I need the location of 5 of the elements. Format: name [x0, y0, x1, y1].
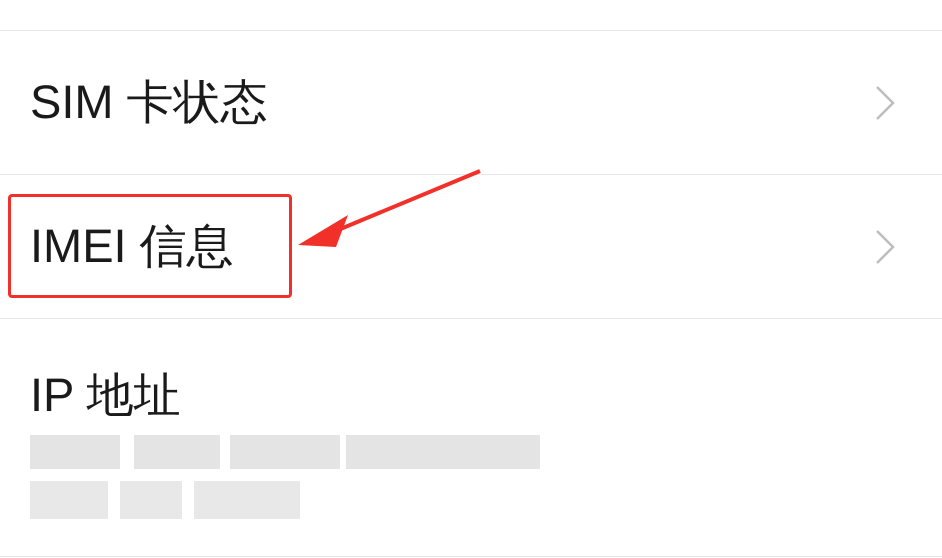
- chevron-icon: [874, 228, 896, 264]
- item-label: IP 地址: [30, 368, 181, 421]
- settings-item[interactable]: IMEI 信息: [30, 219, 234, 272]
- chevron-icon: [874, 84, 896, 120]
- settings-item[interactable]: SIM 卡状态: [30, 75, 268, 128]
